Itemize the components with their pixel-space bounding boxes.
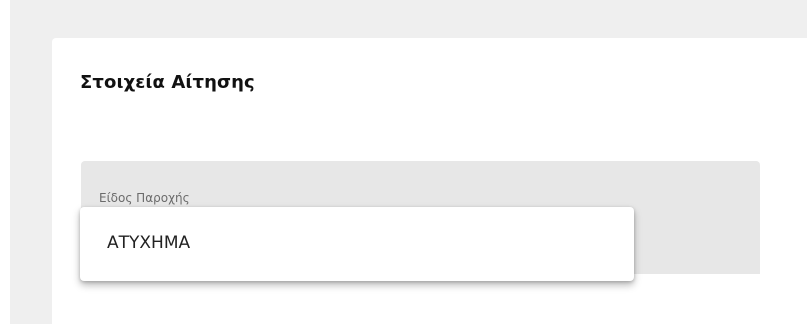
card-title: Στοιχεία Αίτησης (80, 72, 255, 93)
service-type-label: Είδος Παροχής (99, 191, 190, 205)
application-details-card: Στοιχεία Αίτησης Είδος Παροχής (52, 38, 807, 324)
dropdown-option-atychima[interactable]: ΑΤΥΧΗΜΑ (80, 221, 634, 265)
service-type-dropdown-menu: ΑΤΥΧΗΜΑ (80, 207, 634, 281)
left-edge-strip (0, 0, 10, 324)
